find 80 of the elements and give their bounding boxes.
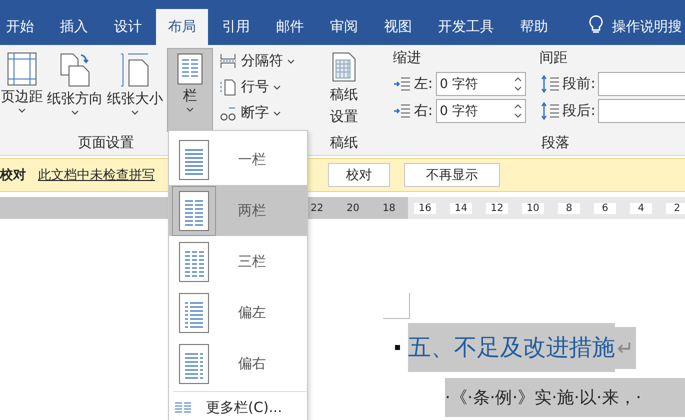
draft-paper-icon [331,52,357,82]
spin-field[interactable] [598,99,685,123]
ribbon-tab[interactable]: 引用 [210,9,262,45]
ribbon-button[interactable]: 稿纸设置 [321,48,367,132]
columns-icon [174,402,192,414]
column-layout-icon [179,344,209,384]
group-label: 页面设置 [77,134,135,153]
ribbon-tab[interactable]: 开始 [0,9,46,45]
section-title: 间距 [540,49,569,68]
paragraph-mark: ↵ [615,326,636,368]
caret-icon [186,107,194,112]
ribbon-button[interactable]: 分隔符 [219,50,295,72]
spacing-icon [540,102,560,120]
caret-icon [131,110,139,115]
menu-item[interactable]: 三栏 [169,236,307,287]
ribbon-tab[interactable]: 插入 [48,9,100,45]
spacing-icon [540,75,560,93]
ruler-number: 6 [594,202,616,214]
caret-icon [287,58,295,64]
ribbon-button[interactable]: 纸张方向 [44,48,106,132]
menu-item[interactable]: 偏右 [169,338,307,389]
body-text: ·《·条·例·》实·施·以·来，· [445,378,685,417]
group-label: 稿纸 [329,134,359,153]
spin-field[interactable]: 0 字符 [436,72,526,96]
column-layout-icon [179,292,209,332]
menu-item[interactable]: 两栏 [169,185,307,236]
heading-text: 五、不足及改进措施 [408,323,615,372]
spinner-arrows-icon [514,103,522,119]
lightbulb-icon[interactable] [588,15,604,35]
spinner-arrows-icon [514,76,522,92]
caret-icon [18,108,26,113]
ribbon-button[interactable]: 纸张大小 [106,48,164,132]
ruler-number: 16 [414,202,436,214]
line-numbers-icon [219,78,237,96]
column-layout-icon [179,242,209,282]
ruler-number: 2 [666,202,685,214]
menu-item[interactable]: 一栏 [169,134,307,185]
field-label: 右: [414,102,433,120]
margins-icon [7,52,37,86]
ribbon-tab[interactable]: 邮件 [264,9,316,45]
page-break-icon [219,52,237,70]
ruler-number: 10 [522,202,544,214]
bullet-mark [395,345,400,350]
ruler-number: 12 [486,202,508,214]
menu-item[interactable]: 偏左 [169,287,307,338]
caret-icon [273,84,281,90]
ribbon-tab[interactable]: 布局 [156,9,208,45]
indent-right-icon [393,104,411,118]
page-size-icon [120,52,150,88]
caret-icon [273,110,281,116]
group-label: 段落 [540,134,571,153]
orientation-icon [59,52,91,88]
indent-left-icon [393,77,411,91]
ribbon-tab[interactable]: 视图 [372,9,424,45]
ribbon-button[interactable]: 页边距 [0,48,44,132]
column-layout-icon [179,140,209,180]
ruler-number: 8 [558,202,580,214]
field-label: 段前: [562,75,596,93]
text-boundary-mark [383,293,410,319]
message-button[interactable]: 不再显示 [404,163,500,187]
message-button[interactable]: 校对 [328,163,390,187]
field-label: 段后: [562,102,596,120]
ribbon-tab[interactable]: 审阅 [318,9,370,45]
section-title: 缩进 [393,49,422,68]
caret-icon [71,110,79,115]
menu-item[interactable]: 更多栏(C)... [169,394,307,420]
ribbon-tab[interactable]: 帮助 [508,9,560,45]
ribbon-tab[interactable]: 开发工具 [426,9,506,45]
columns-icon [177,53,203,85]
column-layout-icon [179,190,209,230]
ribbon-button[interactable]: 栏 [167,48,213,132]
tell-me-search[interactable]: 操作说明搜 [612,9,682,45]
ribbon-tab[interactable]: 设计 [102,9,154,45]
ruler-number: 14 [450,202,472,214]
field-label: 左: [414,75,433,93]
spin-field[interactable] [598,72,685,96]
ribbon-button[interactable]: 断字 [219,102,295,124]
ruler-number: 4 [630,202,652,214]
ribbon-button[interactable]: 行号 [219,76,295,98]
spin-field[interactable]: 0 字符 [436,99,526,123]
